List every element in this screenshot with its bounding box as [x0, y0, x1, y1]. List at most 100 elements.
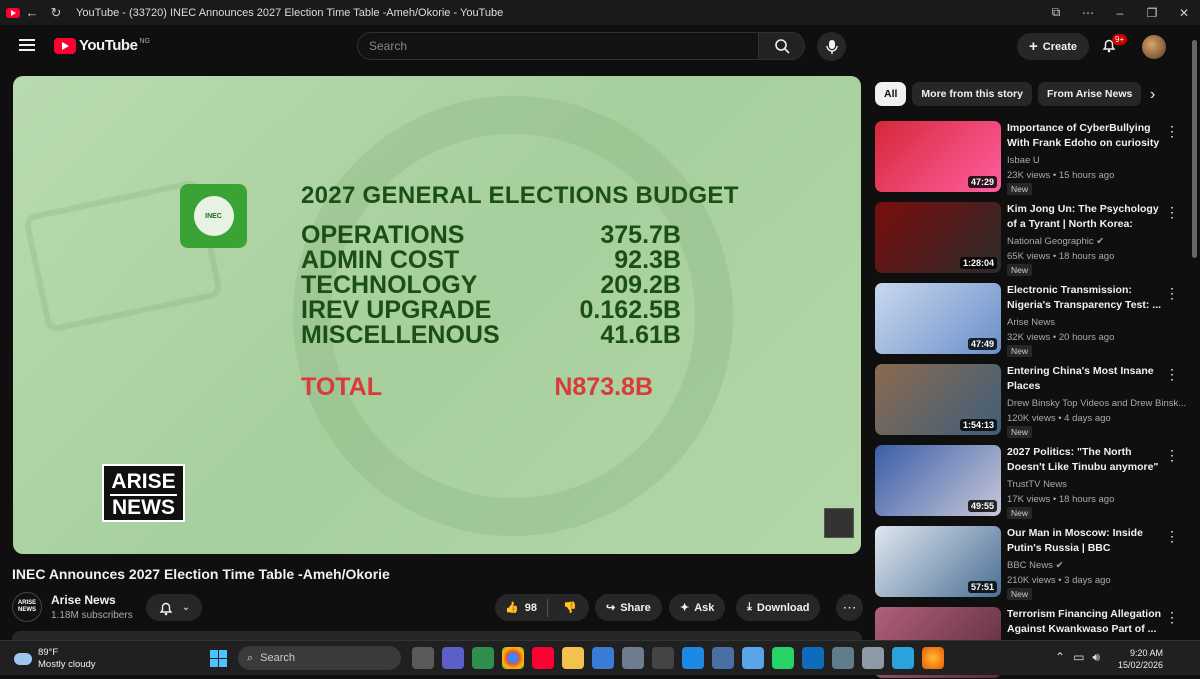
- more-vert-icon[interactable]: ⋮: [1165, 609, 1179, 626]
- more-vert-icon[interactable]: ⋮: [1165, 285, 1179, 302]
- recommendation-item[interactable]: 47:29 Importance of CyberBullying With Fr…: [875, 121, 1190, 195]
- start-windows-icon[interactable]: [210, 650, 227, 667]
- more-vert-icon[interactable]: ⋮: [1165, 123, 1179, 140]
- duration-badge: 47:29: [967, 176, 997, 188]
- like-button[interactable]: 👍 98: [495, 598, 548, 617]
- chip-from-arise[interactable]: From Arise News: [1037, 82, 1142, 106]
- dislike-button[interactable]: 👎: [553, 601, 587, 614]
- recommendation-title[interactable]: Terrorism Financing Allegation Against K…: [1007, 607, 1162, 637]
- video-thumbnail[interactable]: 1:54:13: [875, 364, 1001, 435]
- like-dislike-group: 👍 98 👎: [495, 594, 589, 621]
- thumbs-up-icon: 👍: [505, 602, 519, 614]
- recommendation-item[interactable]: 57:51 Our Man in Moscow: Inside Putin's R…: [875, 526, 1190, 600]
- video-player[interactable]: INEC 2027 GENERAL ELECTIONS BUDGET OPERA…: [13, 76, 861, 554]
- network-icon[interactable]: ▭: [1073, 650, 1084, 665]
- recommendation-channel[interactable]: National Geographic ✔: [1007, 236, 1104, 247]
- back-icon[interactable]: ←: [20, 5, 44, 20]
- recommendation-item[interactable]: 1:28:04 Kim Jong Un: The Psychology of a …: [875, 202, 1190, 276]
- sheets-icon[interactable]: [472, 647, 494, 669]
- app-bar-icon[interactable]: ⧉: [1040, 5, 1072, 20]
- chip-more-from-story[interactable]: More from this story: [912, 82, 1032, 106]
- recommendation-title[interactable]: Kim Jong Un: The Psychology of a Tyrant …: [1007, 202, 1162, 232]
- calculator-icon[interactable]: [622, 647, 644, 669]
- restore-icon[interactable]: ❐: [1136, 6, 1168, 20]
- whatsapp-icon[interactable]: [772, 647, 794, 669]
- more-vert-icon[interactable]: ⋮: [1165, 204, 1179, 221]
- task-view-icon[interactable]: [412, 647, 434, 669]
- app-icon[interactable]: [682, 647, 704, 669]
- recommendation-title[interactable]: Entering China's Most Insane Places: [1007, 364, 1162, 394]
- inec-logo: INEC: [180, 184, 247, 248]
- file-explorer-icon[interactable]: [562, 647, 584, 669]
- duration-badge: 49:55: [967, 500, 997, 512]
- telegram-icon[interactable]: [892, 647, 914, 669]
- media-player-icon[interactable]: [652, 647, 674, 669]
- minimize-icon[interactable]: –: [1104, 6, 1136, 20]
- more-vert-icon[interactable]: ⋮: [1165, 447, 1179, 464]
- recommendation-channel[interactable]: TrustTV News: [1007, 479, 1067, 490]
- video-thumbnail[interactable]: 47:49: [875, 283, 1001, 354]
- more-vert-icon[interactable]: ⋮: [1165, 528, 1179, 545]
- menu-icon[interactable]: [19, 39, 35, 51]
- channel-watermark-icon[interactable]: [824, 508, 854, 538]
- recommendation-channel[interactable]: Isbae U: [1007, 155, 1040, 166]
- outlook-icon[interactable]: [802, 647, 824, 669]
- download-button[interactable]: ⤓ Download: [736, 594, 821, 621]
- youtube-taskbar-icon[interactable]: [532, 647, 554, 669]
- recommendation-channel[interactable]: Arise News: [1007, 317, 1055, 328]
- reload-icon[interactable]: ↻: [44, 5, 68, 21]
- sparkle-icon: ✦: [680, 602, 690, 614]
- related-filter-chips: All More from this story From Arise News: [875, 82, 1142, 106]
- notepad-icon[interactable]: [862, 647, 884, 669]
- recommendation-title[interactable]: 2027 Politics: "The North Doesn't Like T…: [1007, 445, 1162, 475]
- search-input[interactable]: Search: [357, 32, 759, 60]
- weather-widget[interactable]: 89°F Mostly cloudy: [14, 647, 96, 671]
- scrollbar[interactable]: [1191, 28, 1198, 638]
- app-store-icon[interactable]: [742, 647, 764, 669]
- chevron-up-icon[interactable]: ⌃: [1055, 650, 1065, 665]
- recommendation-item[interactable]: 49:55 2027 Politics: "The North Doesn't L…: [875, 445, 1190, 519]
- channel-avatar[interactable]: ARISE NEWS: [12, 592, 42, 622]
- youtube-logo[interactable]: YouTube NG: [54, 37, 150, 54]
- recommendation-title[interactable]: Importance of CyberBullying With Frank E…: [1007, 121, 1162, 151]
- create-button[interactable]: + Create: [1017, 33, 1089, 60]
- firefox-icon[interactable]: [922, 647, 944, 669]
- recommendation-channel[interactable]: Drew Binsky Top Videos and Drew Binsk...: [1007, 398, 1186, 409]
- voice-search-button[interactable]: [817, 32, 846, 61]
- clock[interactable]: 9:20 AM 15/02/2026: [1118, 647, 1163, 671]
- scrollbar-thumb[interactable]: [1192, 40, 1197, 258]
- video-thumbnail[interactable]: 57:51: [875, 526, 1001, 597]
- duration-badge: 47:49: [967, 338, 997, 350]
- recommendation-item[interactable]: 1:54:13 Entering China's Most Insane Plac…: [875, 364, 1190, 438]
- remote-desktop-icon[interactable]: [712, 647, 734, 669]
- arise-news-logo: ARISE NEWS: [102, 464, 185, 522]
- chevron-right-icon[interactable]: ›: [1150, 86, 1155, 104]
- chip-all[interactable]: All: [875, 82, 907, 106]
- recommendation-title[interactable]: Electronic Transmission: Nigeria's Trans…: [1007, 283, 1162, 313]
- new-badge: New: [1007, 264, 1033, 276]
- chrome-icon[interactable]: [502, 647, 524, 669]
- settings-icon[interactable]: [832, 647, 854, 669]
- account-avatar[interactable]: [1142, 35, 1166, 59]
- store-icon[interactable]: [592, 647, 614, 669]
- close-icon[interactable]: ✕: [1168, 6, 1200, 20]
- search-button[interactable]: [758, 32, 805, 60]
- taskbar-search[interactable]: ⌕ Search: [238, 646, 401, 670]
- channel-name[interactable]: Arise News: [51, 593, 116, 607]
- video-thumbnail[interactable]: 47:29: [875, 121, 1001, 192]
- download-icon: ⤓: [747, 601, 752, 613]
- video-thumbnail[interactable]: 1:28:04: [875, 202, 1001, 273]
- teams-icon[interactable]: [442, 647, 464, 669]
- recommendation-item[interactable]: 47:49 Electronic Transmission: Nigeria's …: [875, 283, 1190, 357]
- window-title: YouTube - (33720) INEC Announces 2027 El…: [76, 6, 504, 19]
- subscribed-notification-button[interactable]: ⌄: [146, 594, 202, 621]
- more-vert-icon[interactable]: ⋮: [1165, 366, 1179, 383]
- share-button[interactable]: ↪ Share: [595, 594, 662, 621]
- recommendation-channel[interactable]: BBC News ✔: [1007, 560, 1064, 571]
- ask-button[interactable]: ✦ Ask: [669, 594, 726, 621]
- more-actions-button[interactable]: ⋯: [836, 594, 863, 621]
- recommendation-title[interactable]: Our Man in Moscow: Inside Putin's Russia…: [1007, 526, 1162, 556]
- video-thumbnail[interactable]: 49:55: [875, 445, 1001, 516]
- browser-menu-icon[interactable]: ⋯: [1072, 6, 1104, 20]
- volume-icon[interactable]: 🔊︎: [1092, 650, 1100, 665]
